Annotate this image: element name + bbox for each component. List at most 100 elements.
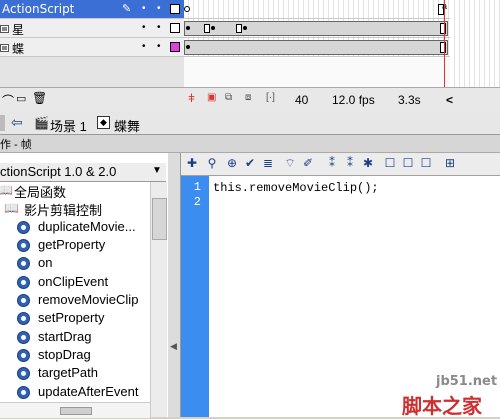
toolbox-item[interactable]: stopDrag [0, 346, 150, 364]
scene-breadcrumb[interactable]: 场景 1 [50, 116, 87, 135]
modify-markers-icon[interactable]: [·] [266, 92, 275, 103]
code-hint-icon[interactable]: ⌔ [283, 156, 297, 170]
toolbox-item[interactable]: on [0, 254, 150, 272]
toolbox-item[interactable]: updateAfterEvent [0, 383, 150, 401]
function-icon [17, 331, 30, 344]
item-label: updateAfterEvent [38, 384, 139, 399]
debug-options-icon[interactable]: ✐ [301, 156, 315, 170]
toolbox-item[interactable]: duplicateMovie... [0, 218, 150, 236]
auto-format-icon[interactable]: ≣ [261, 156, 275, 170]
playhead[interactable] [444, 0, 445, 87]
line-number-gutter: 1 2 [181, 176, 209, 417]
language-selector-value: ctionScript 1.0 & 2.0 [0, 164, 117, 179]
add-folder-icon[interactable]: ▭ [16, 92, 26, 105]
remove-comment-icon[interactable]: ☐ [419, 156, 433, 170]
language-selector[interactable]: ctionScript 1.0 & 2.0 ▼ [0, 163, 166, 182]
keyframe-marker [440, 42, 446, 53]
scene-clapper-icon: 🎬 [34, 116, 49, 130]
scroll-left-button[interactable]: < [446, 93, 453, 107]
item-label: onClipEvent [38, 274, 109, 289]
visibility-dot[interactable]: • [142, 23, 146, 33]
find-icon[interactable]: ⚲ [205, 156, 219, 170]
movieclip-icon: ◆ [97, 116, 110, 129]
timeline-status-bar: ⌒ ▭ 🗑 ǂ ▣ ⧉ ⧈ [·] 40 12.0 fps 3.3s < [0, 87, 500, 113]
toolbox-item[interactable]: targetPath [0, 364, 150, 382]
toolbox-item[interactable]: setProperty [0, 309, 150, 327]
subcategory-label: 影片剪辑控制 [24, 203, 103, 218]
item-label: removeMovieClip [38, 292, 139, 307]
toolbox-hscroll[interactable] [0, 402, 150, 418]
panel-splitter[interactable]: ◀ [168, 153, 181, 417]
collapse-selection-icon[interactable]: ⁑ [343, 156, 357, 170]
toolbox-subcategory[interactable]: 📖 影片剪辑控制 [0, 199, 150, 218]
center-frame-icon[interactable]: ǂ [188, 91, 195, 105]
toolbox-item[interactable]: getProperty [0, 236, 150, 254]
keyframe-marker [440, 23, 446, 34]
toolbox-scrollbar[interactable] [150, 182, 167, 417]
toolbox-item[interactable]: removeMovieClip [0, 291, 150, 309]
chevron-down-icon[interactable]: ▼ [152, 165, 162, 176]
apply-line-comment-icon[interactable]: ☐ [401, 156, 415, 170]
toolbox-category[interactable]: 📖 全局函数 [0, 181, 150, 200]
visibility-dot[interactable]: • [142, 42, 146, 52]
frames-row-star[interactable] [184, 19, 450, 38]
add-statement-icon[interactable]: ✚ [185, 156, 199, 170]
keyframe-dot [211, 26, 215, 30]
lock-dot[interactable]: • [157, 42, 161, 52]
actions-panel-title: 作 - 帧 [0, 135, 500, 153]
frame-span [184, 40, 448, 55]
function-icon [17, 257, 30, 270]
layer-row-actionscript[interactable]: ActionScript ✎ • • [0, 0, 184, 19]
elapsed-time: 3.3s [398, 93, 421, 107]
function-icon [17, 386, 30, 399]
layer-icon [0, 42, 10, 52]
scroll-thumb[interactable] [152, 198, 167, 240]
frames-overflow [450, 0, 500, 87]
item-label: startDrag [38, 329, 92, 344]
visibility-dot[interactable]: • [142, 4, 146, 14]
insert-target-path-icon[interactable]: ⊕ [225, 156, 239, 170]
apply-block-comment-icon[interactable]: ☐ [383, 156, 397, 170]
trash-icon[interactable]: 🗑 [32, 91, 47, 105]
frame-rate: 12.0 fps [332, 93, 375, 107]
scroll-thumb[interactable] [60, 407, 92, 415]
outline-square-icon[interactable] [170, 23, 180, 33]
collapse-braces-icon[interactable]: ⁑ [325, 156, 339, 170]
frames-row-actionscript[interactable]: a [184, 0, 450, 19]
item-label: on [38, 255, 53, 270]
back-arrow-icon[interactable]: ⇦ [11, 114, 23, 131]
collapse-arrow-icon[interactable]: ◀ [170, 341, 177, 352]
lock-dot[interactable]: • [157, 4, 161, 14]
lock-dot[interactable]: • [157, 23, 161, 33]
function-icon [17, 239, 30, 252]
layer-row-star[interactable]: 星 • • [0, 19, 184, 38]
layer-name: 蝶 [12, 42, 25, 56]
check-syntax-icon[interactable]: ✔ [243, 156, 257, 170]
function-icon [17, 349, 30, 362]
frames-row-butterfly[interactable] [184, 38, 450, 57]
toolbox-item[interactable]: onClipEvent [0, 273, 150, 291]
keyframe-dot [243, 26, 247, 30]
item-label: duplicateMovie... [38, 219, 136, 234]
item-label: getProperty [38, 237, 106, 252]
outline-square-icon[interactable] [170, 4, 180, 14]
onion-skin-icon[interactable]: ▣ [207, 92, 216, 103]
edit-multiple-frames-icon[interactable]: ⧈ [245, 92, 251, 103]
symbol-breadcrumb[interactable]: 蝶舞 [114, 116, 140, 135]
keyframe-dot [186, 26, 190, 30]
panel-gripper [0, 115, 5, 131]
function-icon [17, 312, 30, 325]
pencil-icon[interactable]: ✎ [122, 2, 131, 15]
script-toolbar: ✚ ⚲ ⊕ ✔ ≣ ⌔ ✐ ⁑ ⁑ ✱ ☐ ☐ ☐ ⊞ [181, 153, 500, 176]
onion-outline-icon[interactable]: ⧉ [225, 92, 232, 103]
line-number: 1 [193, 180, 201, 194]
expand-all-icon[interactable]: ✱ [361, 156, 375, 170]
code-line[interactable]: this.removeMovieClip(); [213, 181, 379, 195]
add-layer-icon[interactable]: ⌒ [2, 92, 14, 109]
frame-span [184, 21, 448, 36]
layer-row-butterfly[interactable]: 蝶 • • [0, 38, 184, 57]
toolbox-item[interactable]: startDrag [0, 328, 150, 346]
show-hide-toolbox-icon[interactable]: ⊞ [443, 156, 457, 170]
layer-list-empty [0, 57, 184, 87]
layer-color-square-icon[interactable] [170, 42, 180, 52]
